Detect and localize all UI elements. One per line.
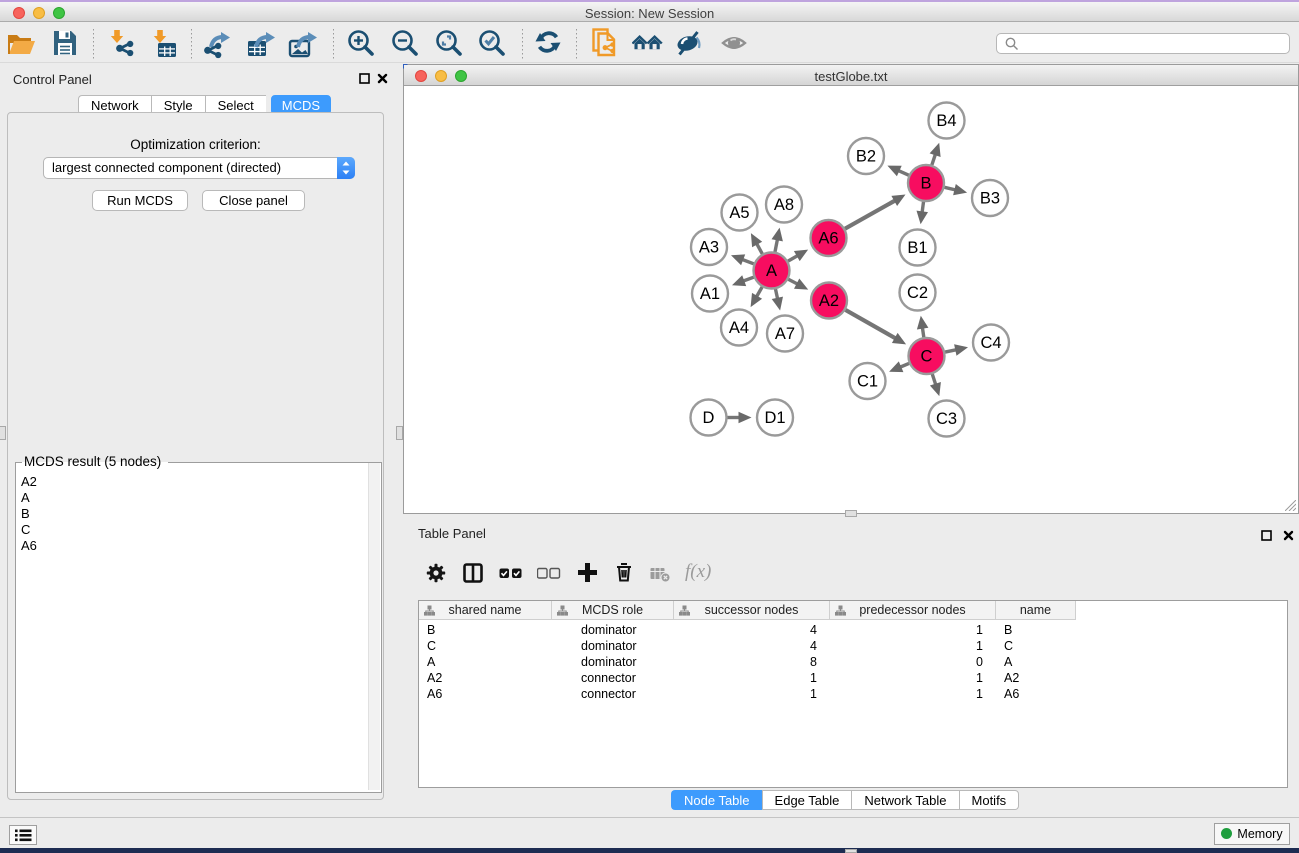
svg-text:B2: B2 xyxy=(856,148,876,166)
svg-text:A2: A2 xyxy=(819,292,839,310)
svg-text:A1: A1 xyxy=(700,285,720,303)
svg-text:A5: A5 xyxy=(729,204,749,222)
svg-text:D: D xyxy=(703,409,715,427)
svg-text:C1: C1 xyxy=(857,373,878,391)
svg-text:A4: A4 xyxy=(729,319,749,337)
svg-text:A: A xyxy=(766,262,777,280)
svg-text:A8: A8 xyxy=(774,196,794,214)
svg-text:C2: C2 xyxy=(907,284,928,302)
svg-text:A7: A7 xyxy=(775,325,795,343)
svg-text:B: B xyxy=(920,175,931,193)
svg-text:B4: B4 xyxy=(936,112,956,130)
svg-text:C3: C3 xyxy=(936,410,957,428)
svg-text:D1: D1 xyxy=(764,409,785,427)
svg-text:B3: B3 xyxy=(980,190,1000,208)
svg-text:A6: A6 xyxy=(818,230,838,248)
svg-text:C4: C4 xyxy=(980,334,1001,352)
svg-text:C: C xyxy=(921,348,933,366)
svg-text:A3: A3 xyxy=(699,239,719,257)
svg-text:B1: B1 xyxy=(907,239,927,257)
